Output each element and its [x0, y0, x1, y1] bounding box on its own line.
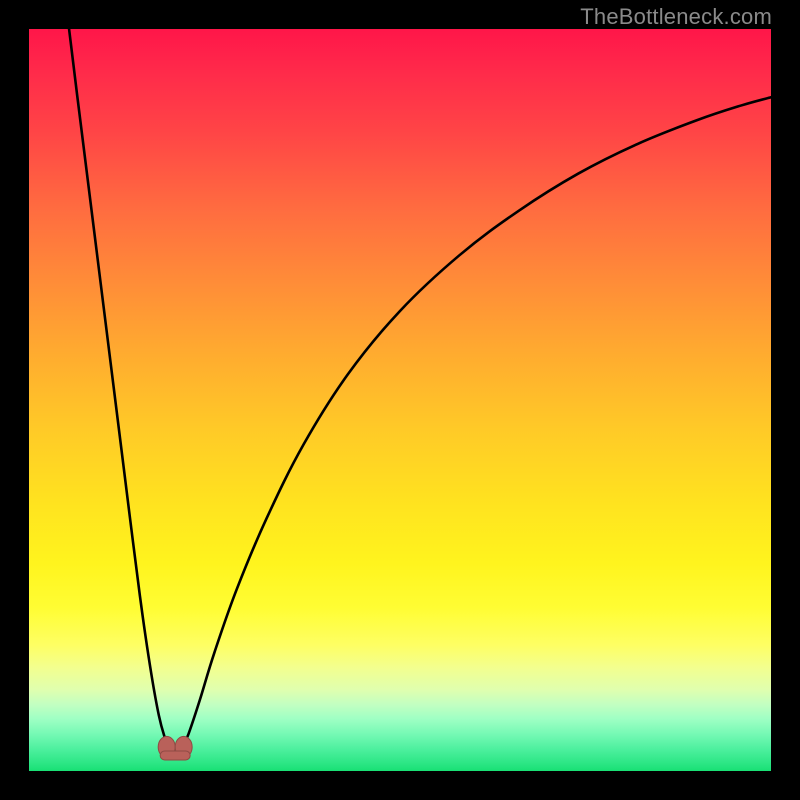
- curve-left-branch: [69, 29, 169, 749]
- curves-svg: [29, 29, 771, 771]
- chart-frame: TheBottleneck.com: [0, 0, 800, 800]
- watermark-text: TheBottleneck.com: [580, 4, 772, 30]
- cusp-marker: [158, 736, 192, 760]
- curve-right-branch: [182, 97, 771, 748]
- plot-area: [29, 29, 771, 771]
